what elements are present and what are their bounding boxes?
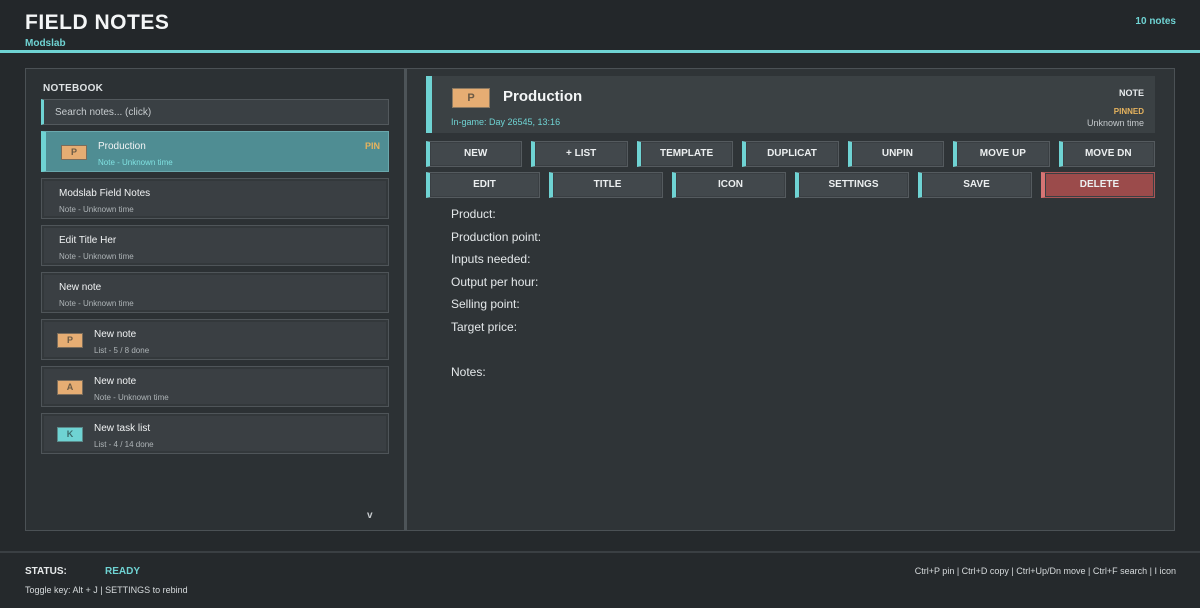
move-dn-button[interactable]: MOVE DN <box>1058 141 1155 167</box>
sidebar-heading: NOTEBOOK <box>43 83 104 94</box>
note-list-item[interactable]: Modslab Field Notes Note - Unknown time <box>41 178 389 219</box>
note-list-item[interactable]: A New note Note - Unknown time <box>41 366 389 407</box>
note-list-item-meta: Note - Unknown time <box>59 252 134 261</box>
note-title: Production <box>503 88 583 105</box>
note-body-line: Selling point: <box>451 297 520 312</box>
note-list-item-meta: List - 5 / 8 done <box>94 346 150 355</box>
parchment-p-icon: P <box>61 145 87 160</box>
parchment-p-icon[interactable]: P <box>452 88 490 108</box>
note-list-item-meta: Note - Unknown time <box>98 158 173 167</box>
pin-badge: PIN <box>364 141 380 151</box>
notes-count: 10 notes <box>1135 16 1176 27</box>
note-list-item[interactable]: Edit Title Her Note - Unknown time <box>41 225 389 266</box>
note-list-item-title: New note <box>94 329 137 340</box>
unpin-button[interactable]: UNPIN <box>847 141 945 167</box>
note-list-item[interactable]: K New task list List - 4 / 14 done <box>41 413 389 454</box>
pinned-badge: PINNED <box>1113 107 1144 116</box>
duplicat-button[interactable]: DUPLICAT <box>742 141 839 167</box>
move-up-button[interactable]: MOVE UP <box>953 141 1050 167</box>
note-body-line: Target price: <box>451 320 518 334</box>
header-divider <box>0 50 1200 53</box>
status-value: READY <box>105 566 141 577</box>
note-list-item-title: New note <box>94 376 137 387</box>
parchment-p-icon: P <box>57 333 83 348</box>
search-input[interactable] <box>44 100 388 124</box>
edit-button[interactable]: EDIT <box>426 172 540 198</box>
note-body-line: Product: <box>451 207 496 221</box>
note-time: Unknown time <box>1086 118 1144 128</box>
note-list-item-meta: Note - Unknown time <box>94 393 169 402</box>
note-list-item[interactable]: P New note List - 5 / 8 done <box>41 319 389 360</box>
note-list-item-title: Production <box>98 141 146 152</box>
scroll-down-icon[interactable]: v <box>367 510 373 521</box>
icon-button[interactable]: ICON <box>672 172 786 198</box>
note-list-item-title: Modslab Field Notes <box>59 188 151 199</box>
note-list-item-meta: Note - Unknown time <box>59 299 134 308</box>
new-button[interactable]: NEW <box>426 141 523 167</box>
note-body-line: Inputs needed: <box>451 252 531 267</box>
note-timestamp: In-game: Day 26545, 13:16 <box>451 117 561 127</box>
parchment-a-icon: A <box>57 380 83 395</box>
teal-k-icon: K <box>57 427 83 442</box>
notebook-sidebar: NOTEBOOK PProductionNote - Unknown timeP… <box>26 69 404 530</box>
note-list-item-title: Edit Title Her <box>59 235 117 246</box>
delete-button[interactable]: DELETE <box>1041 172 1155 198</box>
app-subtitle: Modslab <box>25 38 66 49</box>
status-label: STATUS: <box>25 566 67 577</box>
search-box[interactable] <box>41 99 389 125</box>
shortcuts-hint: Ctrl+P pin | Ctrl+D copy | Ctrl+Up/Dn mo… <box>914 566 1176 576</box>
list-button[interactable]: + LIST <box>531 141 628 167</box>
note-body-line: Production point: <box>451 229 542 244</box>
note-detail-pane: P Production In-game: Day 26545, 13:16 N… <box>407 69 1174 530</box>
save-button[interactable]: SAVE <box>918 172 1032 198</box>
template-button[interactable]: TEMPLATE <box>636 141 734 167</box>
note-list-item-title: New task list <box>94 423 151 434</box>
note-list-item-meta: List - 4 / 14 done <box>94 440 154 449</box>
note-header: P Production In-game: Day 26545, 13:16 N… <box>426 76 1155 133</box>
note-body-line: Notes: <box>451 365 486 380</box>
settings-button[interactable]: SETTINGS <box>795 172 909 198</box>
main-frame: NOTEBOOK PProductionNote - Unknown timeP… <box>25 68 1175 531</box>
note-type-badge: NOTE <box>1118 88 1144 98</box>
note-list-item[interactable]: P Production Note - Unknown time PIN <box>41 131 389 172</box>
note-list-item-title: New note <box>59 282 102 293</box>
note-list-item-meta: Note - Unknown time <box>59 205 134 214</box>
status-divider <box>0 551 1200 553</box>
app-header: FIELD NOTES Modslab 10 notes <box>0 0 1200 53</box>
toggle-key-hint: Toggle key: Alt + J | SETTINGS to rebind <box>25 585 188 595</box>
note-list-item[interactable]: New note Note - Unknown time <box>41 272 389 313</box>
title-button[interactable]: TITLE <box>549 172 663 198</box>
app-title: FIELD NOTES <box>25 11 170 34</box>
note-body-line: Output per hour: <box>451 274 539 289</box>
